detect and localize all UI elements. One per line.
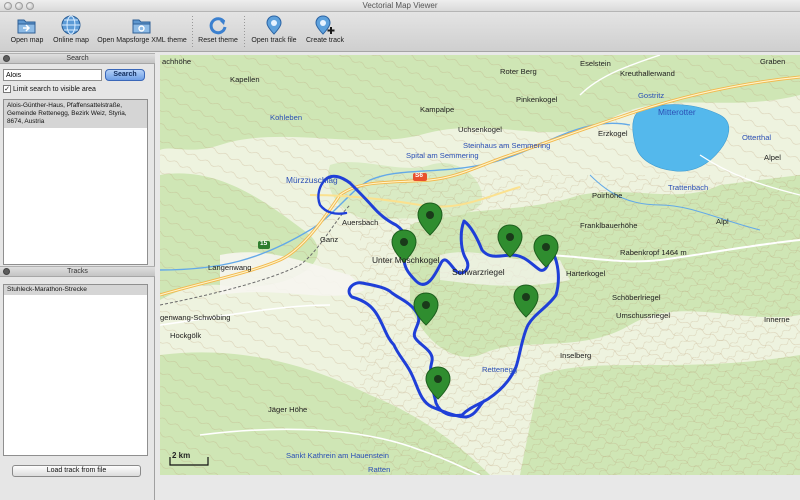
reset-theme-button[interactable]: Reset theme [196, 14, 240, 50]
gear-icon[interactable] [3, 55, 10, 62]
limit-search-label: Limit search to visible area [13, 85, 96, 93]
globe-icon [61, 15, 81, 35]
toolbar: Open map Online map Open Mapsforge XML t… [0, 12, 800, 52]
gear-icon[interactable] [3, 268, 10, 275]
reset-theme-label: Reset theme [198, 37, 238, 44]
map-pin-icon [266, 15, 282, 35]
limit-search-checkbox[interactable]: ✓ [3, 85, 11, 93]
search-input[interactable] [3, 69, 102, 81]
load-track-button[interactable]: Load track from file [12, 465, 141, 477]
open-theme-button[interactable]: Open Mapsforge XML theme [96, 14, 188, 50]
list-item[interactable]: Stuhleck-Marathon-Strecke [4, 285, 147, 295]
create-track-button[interactable]: Create track [302, 14, 348, 50]
open-track-button[interactable]: Open track file [250, 14, 298, 50]
open-track-label: Open track file [251, 37, 297, 44]
zoom-window-icon[interactable] [26, 2, 34, 10]
folder-icon [17, 19, 36, 34]
minimize-window-icon[interactable] [15, 2, 23, 10]
tracks-panel-header: Tracks [0, 266, 155, 277]
open-map-label: Open map [10, 37, 44, 44]
folder-theme-icon [132, 19, 151, 34]
create-track-label: Create track [305, 37, 345, 44]
add-pin-icon [315, 15, 335, 35]
online-map-label: Online map [53, 37, 89, 44]
search-button[interactable]: Search [105, 69, 145, 81]
toolbar-separator [192, 16, 193, 48]
open-map-button[interactable]: Open map [6, 14, 48, 50]
app-window: Vectorial Map Viewer Open map Online map [0, 0, 800, 500]
title-bar: Vectorial Map Viewer [0, 0, 800, 12]
close-window-icon[interactable] [4, 2, 12, 10]
open-theme-label: Open Mapsforge XML theme [97, 37, 187, 44]
tracks-list[interactable]: Stuhleck-Marathon-Strecke [3, 284, 148, 456]
left-panel: Search Search ✓Limit search to visible a… [0, 53, 155, 500]
list-item[interactable]: Alois-Günther-Haus, Pfaffensattelstraße,… [4, 100, 147, 128]
search-results-list[interactable]: Alois-Günther-Haus, Pfaffensattelstraße,… [3, 99, 148, 265]
tracks-header-label: Tracks [67, 268, 88, 275]
online-map-button[interactable]: Online map [50, 14, 92, 50]
window-title: Vectorial Map Viewer [362, 1, 438, 10]
limit-search-row: ✓ Limit search to visible area [3, 85, 96, 95]
refresh-icon [209, 17, 227, 35]
map-canvas [160, 55, 800, 475]
search-header-label: Search [66, 55, 89, 62]
map-view[interactable]: S6 15 2 km achhöhe Kapellen Kohleben Mür… [160, 55, 800, 475]
toolbar-separator [244, 16, 245, 48]
search-panel-header: Search [0, 53, 155, 64]
status-strip [155, 475, 800, 500]
